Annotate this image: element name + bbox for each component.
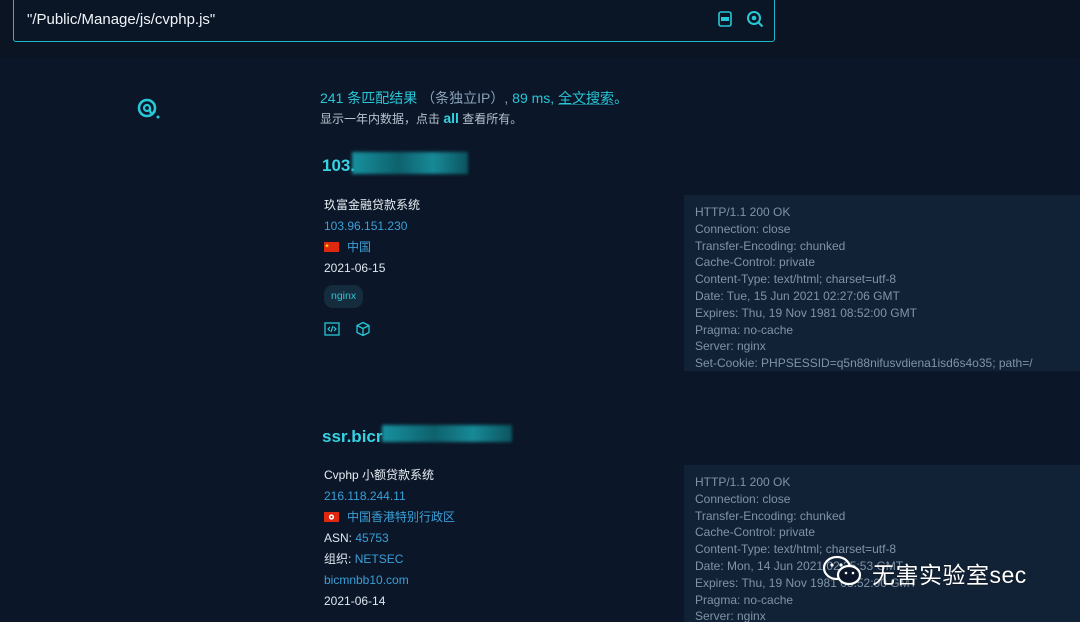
watermark: 无害实验室sec <box>822 555 1027 591</box>
header-line: Date: Tue, 15 Jun 2021 02:27:06 GMT <box>695 288 900 303</box>
http-header-panel: HTTP/1.1 200 OK Connection: close Transf… <box>684 195 1080 371</box>
header-line: Transfer-Encoding: chunked <box>695 508 846 523</box>
fulltext-search-link[interactable]: 全文搜索 <box>558 90 614 106</box>
header-line: Cache-Control: private <box>695 525 816 540</box>
result-ip[interactable]: 216.118.244.11 <box>324 486 455 507</box>
result-asn: ASN: 45753 <box>324 528 455 549</box>
result-host[interactable]: ssr.bicr <box>322 427 383 447</box>
result-label: 条匹配结果 <box>347 90 418 106</box>
query-time: 89 ms <box>512 90 551 106</box>
location-label[interactable]: 中国香港特别行政区 <box>347 510 455 524</box>
result-org: 组织: NETSEC <box>324 549 455 570</box>
note-prefix: 显示一年内数据，点击 <box>320 112 441 126</box>
header-line: HTTP/1.1 200 OK <box>695 205 791 219</box>
result-title: Cvphp 小额贷款系统 <box>324 468 435 482</box>
header-line: Transfer-Encoding: chunked <box>695 238 846 253</box>
header-line: Expires: Thu, 19 Nov 1981 08:52:00 GMT <box>695 305 917 320</box>
header-line: Connection: close <box>695 491 791 506</box>
watermark-text: 无害实验室sec <box>872 562 1027 588</box>
header-line: Pragma: no-cache <box>695 322 794 337</box>
time-range-note: 显示一年内数据，点击 all 查看所有。 <box>320 110 522 127</box>
result-info: 玖富金融贷款系统 103.96.151.230 中国 2021-06-15 ng… <box>324 195 420 339</box>
header-line: Content-Type: text/html; charset=utf-8 <box>695 272 897 287</box>
image-search-icon[interactable] <box>716 10 734 28</box>
server-tag[interactable]: nginx <box>324 285 364 308</box>
result-date: 2021-06-14 <box>324 594 386 608</box>
header-line: Cache-Control: private <box>695 255 816 270</box>
code-icon[interactable] <box>324 321 340 337</box>
result-host[interactable]: 103. <box>322 156 355 176</box>
result-location[interactable]: 中国香港特别行政区 <box>324 507 455 528</box>
hong-kong-flag-icon <box>324 508 339 522</box>
unique-ip-label: （条独立IP）, <box>421 90 509 106</box>
separator: , <box>550 90 555 106</box>
logo-icon <box>136 96 162 122</box>
result-location[interactable]: 中国 <box>324 237 420 258</box>
redaction-blur <box>382 425 512 442</box>
result-summary: 241 条匹配结果 （条独立IP）, 89 ms, 全文搜索。 <box>320 88 628 108</box>
redaction-blur <box>352 152 468 174</box>
result-title: 玖富金融贷款系统 <box>324 198 421 212</box>
result-tools <box>324 318 420 339</box>
header-line: Server: nginx <box>695 339 766 354</box>
result-info: Cvphp 小额贷款系统 216.118.244.11 中国香港特别行政区 AS… <box>324 465 455 612</box>
asn-value[interactable]: 45753 <box>355 531 388 545</box>
header-line: HTTP/1.1 200 OK <box>695 475 791 489</box>
org-value[interactable]: NETSEC <box>355 552 404 566</box>
note-suffix: 查看所有。 <box>462 112 523 126</box>
result-ip[interactable]: 103.96.151.230 <box>324 216 420 237</box>
cube-icon[interactable] <box>355 321 371 337</box>
org-label: 组织: <box>324 552 352 566</box>
search-icon[interactable] <box>746 10 764 28</box>
search-box[interactable]: "/Public/Manage/js/cvphp.js" <box>13 0 775 42</box>
wechat-icon <box>822 554 864 593</box>
china-flag-icon <box>324 238 339 252</box>
result-date: 2021-06-15 <box>324 261 386 275</box>
result-count: 241 <box>320 90 344 106</box>
sentence-end: 。 <box>614 90 629 106</box>
asn-label: ASN: <box>324 531 353 545</box>
header-line: Pragma: no-cache <box>695 592 794 607</box>
result-domain[interactable]: bicmnbb10.com <box>324 570 455 591</box>
all-link[interactable]: all <box>443 110 459 126</box>
header-line: Connection: close <box>695 221 791 236</box>
location-label[interactable]: 中国 <box>347 240 371 254</box>
header-line: Server: nginx <box>695 609 766 622</box>
header-line: Set-Cookie: PHPSESSID=q5n88nifusvdiena1i… <box>695 356 1033 371</box>
search-input[interactable]: "/Public/Manage/js/cvphp.js" <box>27 11 215 28</box>
http-header-panel: HTTP/1.1 200 OK Connection: close Transf… <box>684 465 1080 622</box>
